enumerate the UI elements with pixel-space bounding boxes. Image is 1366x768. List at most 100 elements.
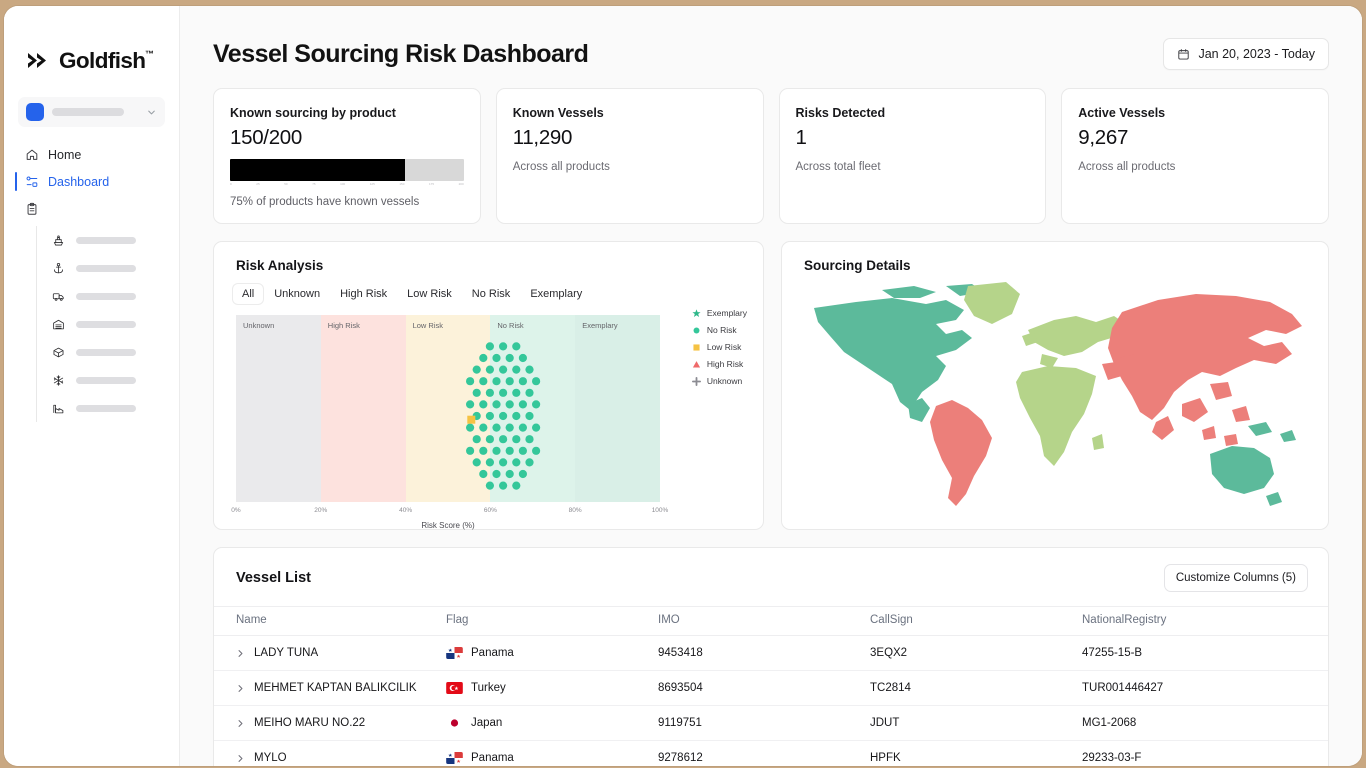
table-row[interactable]: MEIHO MARU NO.22 Japan 9119751 JDUT MG1-2068 [214, 705, 1328, 741]
vessel-table-head: Name Flag IMO CallSign NationalRegistry [214, 606, 1328, 636]
x-axis-label: Risk Score (%) [421, 521, 475, 530]
tab-high-risk[interactable]: High Risk [331, 284, 396, 304]
chevron-right-icon[interactable] [236, 684, 245, 693]
progress-fill [230, 159, 406, 181]
kpi-row: Known sourcing by product 150/200 0 25 50 7… [213, 88, 1329, 224]
table-row[interactable]: LADY TUNA Panama 9453418 3EQX2 47255-15-B [214, 635, 1328, 671]
progress-tick: 200 [458, 182, 464, 186]
tab-exemplary[interactable]: Exemplary [521, 284, 591, 304]
chevron-right-icon[interactable] [236, 719, 245, 728]
dashboard-icon [24, 174, 39, 189]
vessel-name: LADY TUNA [254, 647, 319, 659]
cell-flag: Turkey [446, 670, 658, 706]
date-range-text: Jan 20, 2023 - Today [1198, 47, 1315, 61]
tab-low-risk[interactable]: Low Risk [398, 284, 461, 304]
main-content: Vessel Sourcing Risk Dashboard Jan 20, 2… [180, 6, 1362, 766]
table-row[interactable]: MEHMET KAPTAN BALIKCILIK Turkey 8693504 TC2… [214, 670, 1328, 706]
cell-nationalregistry: TUR001446427 [1082, 670, 1328, 706]
risk-band-low-risk: Low Risk [405, 315, 491, 502]
chevron-right-icon[interactable] [236, 649, 245, 658]
sidebar-sub-nav [36, 226, 179, 422]
flag-icon-pa [446, 647, 463, 659]
kpi-subtext: Across all products [1078, 161, 1176, 173]
column-header-name[interactable]: Name [214, 606, 446, 636]
vessel-list-header: Vessel List Customize Columns (5) [214, 548, 1328, 606]
table-row[interactable]: MYLO Panama 9278612 HPFK 29233-03-F [214, 740, 1328, 766]
vessel-list-card: Vessel List Customize Columns (5) Name F… [213, 547, 1329, 766]
sidebar-subitem-label-redacted [76, 264, 136, 272]
progress-tick: 50 [284, 182, 288, 186]
x-tick-label: 100% [651, 507, 669, 514]
progress-tick: 75 [312, 182, 316, 186]
progress-tick: 0 [230, 182, 232, 186]
sidebar-subitem-anchor[interactable] [37, 254, 179, 282]
cell-callsign: HPFK [870, 740, 1082, 766]
risk-band-label: Exemplary [582, 321, 618, 330]
date-range-picker[interactable]: Jan 20, 2023 - Today [1163, 38, 1329, 70]
legend-item-low-risk[interactable]: Low Risk [692, 342, 747, 352]
sidebar-item-dashboard[interactable]: Dashboard [4, 168, 179, 195]
cell-callsign: JDUT [870, 705, 1082, 741]
cell-flag: Panama [446, 635, 658, 671]
sidebar-subitem-label-redacted [76, 320, 136, 328]
risk-band-label: Low Risk [412, 321, 444, 330]
tab-no-risk[interactable]: No Risk [463, 284, 520, 304]
column-header-callsign[interactable]: CallSign [870, 606, 1082, 636]
sidebar-subitem-factory[interactable] [37, 394, 179, 422]
legend-item-unknown[interactable]: Unknown [691, 376, 747, 386]
risk-band-high-risk: High Risk [320, 315, 406, 502]
kpi-label: Active Vessels [1078, 106, 1166, 120]
flag-country: Japan [471, 717, 503, 729]
risk-analysis-panel: Risk Analysis All Unknown High Risk Low Ris… [213, 241, 764, 530]
cell-imo: 9453418 [658, 635, 870, 671]
snowflake-icon [51, 373, 65, 387]
column-header-imo[interactable]: IMO [658, 606, 870, 636]
legend-item-exemplary[interactable]: Exemplary [692, 308, 747, 318]
kpi-value: 1 [795, 126, 807, 149]
progress-ticks: 0 25 50 75 100 125 150 175 200 [230, 182, 464, 187]
brand-logo[interactable]: Goldfish ™ [4, 6, 179, 74]
sidebar-item-clipboard[interactable] [4, 195, 179, 222]
sidebar-subitem-package[interactable] [37, 338, 179, 366]
map-region-australia [1210, 422, 1296, 506]
column-header-flag[interactable]: Flag [446, 606, 658, 636]
kpi-card-known-vessels: Known Vessels 11,290 Across all products [495, 88, 764, 224]
risk-band-exemplary: Exemplary [575, 315, 660, 502]
sidebar-nav: Home Dashboard [4, 141, 179, 422]
trademark-symbol: ™ [145, 49, 154, 59]
sidebar-subitem-label-redacted [76, 292, 136, 300]
kpi-subtext: Across all products [512, 161, 610, 173]
star-marker-icon [692, 308, 701, 318]
world-map[interactable] [796, 280, 1316, 512]
kpi-value: 150/200 [230, 126, 303, 149]
tab-all[interactable]: All [233, 284, 264, 304]
legend-item-high-risk[interactable]: High Risk [692, 359, 747, 369]
page-header: Vessel Sourcing Risk Dashboard Jan 20, 2… [213, 6, 1329, 70]
customize-columns-button[interactable]: Customize Columns (5) [1163, 564, 1308, 592]
sidebar-subitem-truck[interactable] [37, 282, 179, 310]
square-marker-icon [692, 343, 701, 352]
workspace-selector[interactable] [18, 97, 165, 127]
kpi-label: Known sourcing by product [230, 106, 396, 120]
sidebar-item-home[interactable]: Home [4, 141, 179, 168]
cell-name: MEHMET KAPTAN BALIKCILIK [214, 670, 446, 706]
tab-unknown[interactable]: Unknown [265, 284, 329, 304]
progress-tick: 25 [256, 182, 260, 186]
cell-name: MEIHO MARU NO.22 [214, 705, 446, 741]
progress-tick: 150 [399, 182, 405, 186]
sidebar-subitem-ship[interactable] [37, 226, 179, 254]
legend-label: Low Risk [706, 342, 742, 352]
legend-item-no-risk[interactable]: No Risk [692, 325, 747, 335]
vessel-table: Name Flag IMO CallSign NationalRegistry … [214, 606, 1328, 766]
map-region-africa [1016, 366, 1104, 466]
kpi-footnote: 75% of products have known vessels [230, 196, 420, 208]
kpi-card-active-vessels: Active Vessels 9,267 Across all products [1061, 88, 1329, 224]
sidebar-subitem-snowflake[interactable] [37, 366, 179, 394]
column-header-nationalregistry[interactable]: NationalRegistry [1082, 606, 1328, 636]
cell-nationalregistry: MG1-2068 [1082, 705, 1328, 741]
workspace-name-redacted [52, 108, 124, 116]
calendar-icon [1177, 48, 1190, 61]
chevron-right-icon[interactable] [236, 754, 245, 763]
sidebar-subitem-warehouse[interactable] [37, 310, 179, 338]
kpi-card-known-sourcing: Known sourcing by product 150/200 0 25 50 7… [213, 88, 481, 224]
